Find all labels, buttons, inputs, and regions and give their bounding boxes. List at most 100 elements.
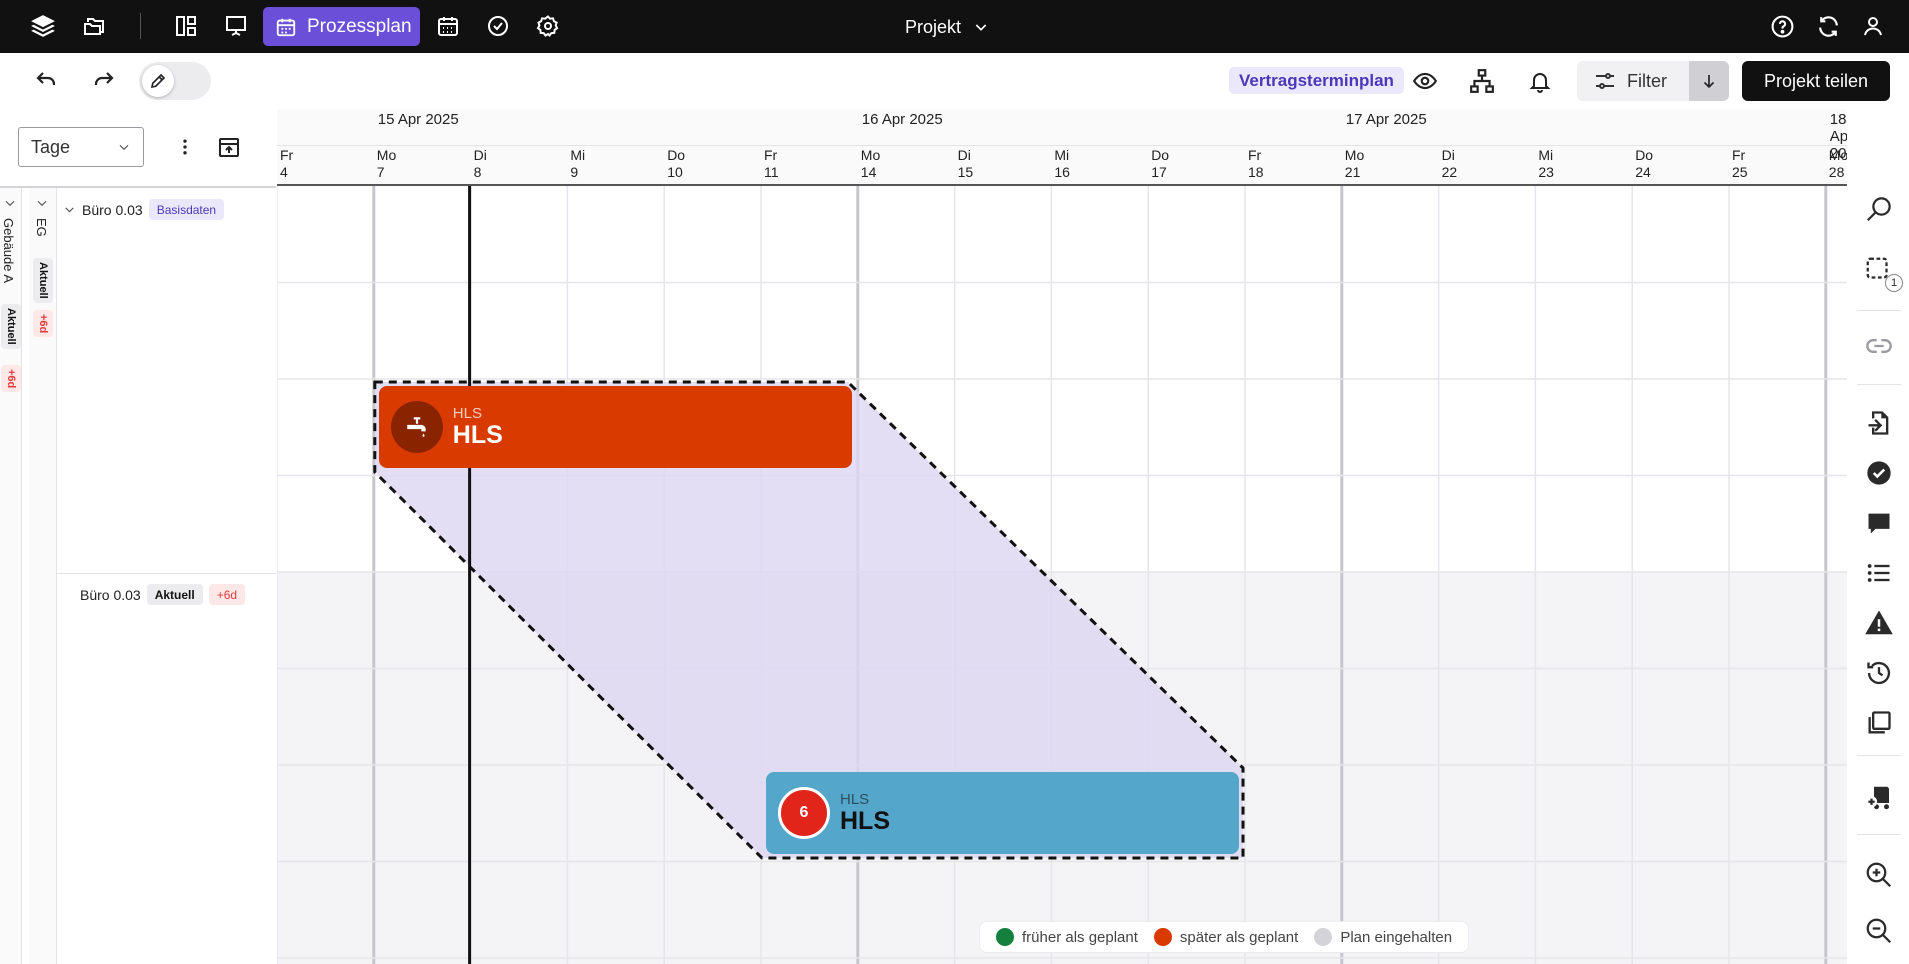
legend-dot-later	[1153, 928, 1172, 946]
outline-floor-status: Aktuell	[33, 258, 53, 303]
dashboard-icon[interactable]	[169, 9, 203, 43]
day-of-week: Di	[1441, 147, 1455, 163]
timeline-day-label: Mi 23	[1538, 147, 1554, 181]
day-number: 8	[473, 164, 482, 180]
calendar-grid-icon[interactable]	[431, 9, 465, 43]
timeline-day-label: Mo 28	[1829, 147, 1847, 181]
selection-icon[interactable]: 1	[1861, 252, 1903, 292]
outline-floor-label[interactable]: EG	[34, 218, 49, 237]
timeline-day-label: Do 17	[1151, 147, 1169, 181]
right-tool-rail: 1	[1847, 185, 1909, 964]
undo-icon[interactable]	[28, 63, 64, 99]
day-of-week: Do	[667, 147, 686, 163]
warning-icon[interactable]	[1861, 605, 1897, 641]
day-number: 22	[1441, 164, 1458, 180]
layers-icon[interactable]	[1861, 705, 1897, 741]
day-of-week: Fr	[1732, 147, 1746, 163]
chevron-down-icon	[117, 140, 131, 154]
history-icon[interactable]	[1861, 655, 1897, 691]
sync-icon[interactable]	[1811, 9, 1845, 43]
day-of-week: Mo	[860, 147, 881, 163]
timeline-day-label: Di 22	[1442, 147, 1458, 181]
hierarchy-icon[interactable]	[1464, 63, 1500, 99]
toolbar: Vertragsterminplan Filter Projekt teilen	[0, 53, 1909, 109]
check-circle-icon[interactable]	[1861, 455, 1897, 491]
timeline-day-label: Do 10	[667, 147, 685, 181]
timeline-day-label: Fr 25	[1732, 147, 1748, 181]
timeline-header: 15 Apr 202516 Apr 202517 Apr 202518 Apr …	[277, 109, 1847, 187]
rail-divider	[1857, 384, 1901, 385]
chevron-down-icon[interactable]	[3, 196, 17, 210]
day-number: 9	[570, 164, 579, 180]
outline-building-status: Aktuell	[1, 304, 21, 349]
time-unit-select[interactable]: Tage	[18, 127, 144, 167]
day-number: 14	[860, 164, 877, 180]
task-bar-planned[interactable]: HLS HLS	[378, 386, 852, 468]
day-of-week: Di	[473, 147, 487, 163]
top-navigation-bar: Prozessplan Projekt	[0, 0, 1909, 53]
zoom-in-icon[interactable]	[1861, 857, 1897, 893]
chevron-down-icon[interactable]	[35, 196, 49, 210]
search-icon[interactable]	[1861, 191, 1897, 227]
topbar-divider	[140, 13, 141, 39]
presentation-icon[interactable]	[219, 9, 253, 43]
row-aktuell-header[interactable]: Büro 0.03 Aktuell +6d	[80, 584, 246, 605]
legend-item-on-plan: Plan eingehalten	[1314, 928, 1452, 946]
zoom-out-icon[interactable]	[1861, 913, 1897, 949]
basisdaten-badge: Basisdaten	[148, 199, 225, 220]
row-basisdaten-header[interactable]: Büro 0.03 Basisdaten	[63, 199, 225, 220]
timeline-day-label: Mo 21	[1345, 147, 1364, 181]
jump-to-today-icon[interactable]	[213, 131, 245, 163]
outline-floor-delta: +6d	[33, 310, 53, 338]
edit-mode-toggle[interactable]	[139, 62, 211, 100]
document-import-icon[interactable]	[1861, 405, 1897, 441]
gear-icon[interactable]	[531, 9, 565, 43]
project-dropdown[interactable]: Projekt	[905, 13, 989, 41]
comment-icon[interactable]	[1861, 505, 1897, 541]
help-icon[interactable]	[1765, 9, 1799, 43]
task-count-badge: 6	[778, 787, 830, 839]
timeline-day-label: Di 8	[474, 147, 487, 181]
eye-icon[interactable]	[1407, 63, 1443, 99]
more-vertical-icon[interactable]	[169, 131, 201, 163]
folders-icon[interactable]	[77, 9, 111, 43]
day-of-week: Mi	[570, 147, 586, 163]
day-of-week: Fr	[1248, 147, 1262, 163]
day-of-week: Do	[1151, 147, 1170, 163]
plan-badge[interactable]: Vertragsterminplan	[1229, 67, 1404, 94]
day-of-week: Mi	[1054, 147, 1070, 163]
day-number: 23	[1538, 164, 1554, 180]
day-number: 24	[1635, 164, 1651, 180]
share-project-button[interactable]: Projekt teilen	[1742, 61, 1890, 101]
link-icon[interactable]	[1861, 328, 1897, 364]
calendar-icon	[275, 16, 297, 38]
tab-prozessplan[interactable]: Prozessplan	[263, 7, 420, 46]
legend: früher als geplant später als geplant Pl…	[979, 921, 1470, 953]
timeline-day-label: Fr 4	[280, 147, 293, 181]
sort-direction-button[interactable]	[1689, 61, 1729, 101]
task-bar-actual[interactable]: 6 HLS HLS	[766, 772, 1239, 854]
row-basisdaten: Büro 0.03 Basisdaten	[57, 188, 276, 574]
day-number: 10	[667, 164, 683, 180]
timeline-month-label: 17 Apr 2025	[1345, 111, 1427, 128]
arrow-down-icon	[1700, 72, 1718, 90]
legend-label: Plan eingehalten	[1340, 928, 1453, 946]
gantt-chart: 15 Apr 202516 Apr 202517 Apr 202518 Apr …	[277, 109, 1847, 964]
list-icon[interactable]	[1861, 555, 1897, 591]
bell-icon[interactable]	[1522, 63, 1558, 99]
layers-icon[interactable]	[26, 9, 60, 43]
timeline-day-label: Mo 14	[861, 147, 880, 181]
sliders-icon	[1593, 69, 1617, 93]
task-category: HLS	[452, 404, 482, 422]
add-vehicle-icon[interactable]	[1861, 780, 1897, 816]
filter-button[interactable]: Filter	[1577, 61, 1689, 101]
rail-divider	[1857, 755, 1901, 756]
redo-icon[interactable]	[86, 63, 122, 99]
legend-dot-on-plan	[1314, 928, 1333, 946]
outline-building-label[interactable]: Gebäude A	[1, 218, 16, 283]
rail-divider	[1857, 310, 1901, 311]
legend-label: früher als geplant	[1022, 928, 1138, 946]
day-of-week: Do	[1635, 147, 1654, 163]
check-circle-icon[interactable]	[481, 9, 515, 43]
user-icon[interactable]	[1856, 9, 1890, 43]
